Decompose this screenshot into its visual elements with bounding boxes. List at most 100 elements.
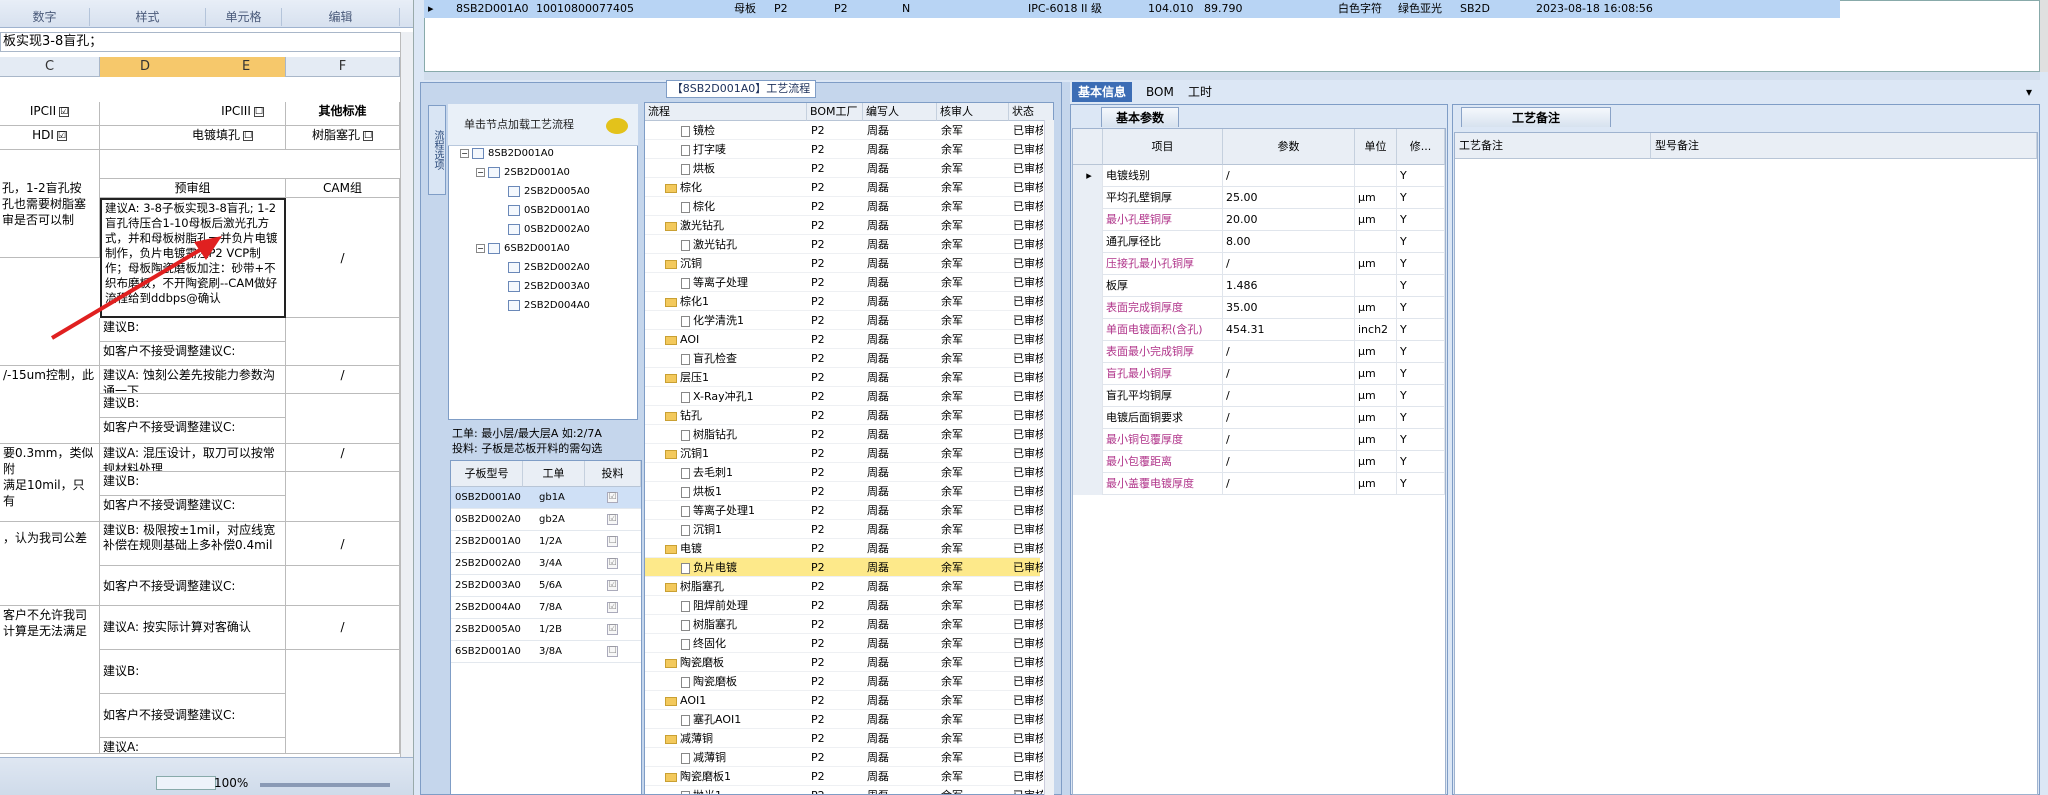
process-row[interactable]: 沉铜 P2 周磊 余军 已审核: [645, 254, 1043, 273]
param-row[interactable]: 最小盖覆电镀厚度 / μm Y: [1073, 473, 1445, 495]
col-process[interactable]: 流程: [645, 103, 807, 121]
cell-left-desc-2[interactable]: /-15um控制，此: [0, 366, 100, 444]
col-workorder[interactable]: 工单: [523, 461, 585, 487]
col-modify[interactable]: 修...: [1397, 129, 1445, 165]
sub-board-row[interactable]: 2SB2D003A0 5/6A ☑: [451, 575, 641, 597]
cell-cam-empty[interactable]: [286, 566, 400, 606]
process-row[interactable]: 陶瓷磨板 P2 周磊 余军 已审核: [645, 653, 1043, 672]
column-header-d[interactable]: DE: [100, 57, 286, 77]
cell-suggestion-b[interactable]: 建议B:: [100, 650, 286, 694]
cell-suggestion-a5[interactable]: 建议A: 按实际计算对客确认: [100, 606, 286, 650]
col-param[interactable]: 参数: [1223, 129, 1355, 165]
param-row[interactable]: 最小包覆距离 / μm Y: [1073, 451, 1445, 473]
param-value[interactable]: /: [1223, 473, 1355, 495]
zoom-slider[interactable]: [260, 783, 390, 787]
cell-suggestion-a6[interactable]: 建议A:: [100, 738, 286, 754]
remark-grid[interactable]: 工艺备注 型号备注: [1454, 132, 2038, 795]
formula-bar[interactable]: 板实现3-8盲孔；: [0, 32, 413, 52]
col-writer[interactable]: 编写人: [863, 103, 937, 121]
process-row[interactable]: AOI1 P2 周磊 余军 已审核: [645, 691, 1043, 710]
process-row[interactable]: AOI P2 周磊 余军 已审核: [645, 330, 1043, 349]
cell-cam-empty[interactable]: [286, 318, 400, 366]
param-value[interactable]: /: [1223, 341, 1355, 363]
cell-suggestion-a2[interactable]: 建议A: 蚀刻公差先按能力参数沟通一下: [100, 366, 286, 394]
col-unit[interactable]: 单位: [1355, 129, 1397, 165]
material-checkbox[interactable]: ☑: [607, 580, 618, 591]
cell-no-accept[interactable]: 如客户不接受调整建议C:: [100, 418, 286, 444]
process-row[interactable]: 层压1 P2 周磊 余军 已审核: [645, 368, 1043, 387]
process-row[interactable]: 陶瓷磨板1 P2 周磊 余军 已审核: [645, 767, 1043, 786]
cell-suggestion-b[interactable]: 建议B:: [100, 394, 286, 418]
material-checkbox[interactable]: ☐: [607, 646, 618, 657]
cell-no-accept[interactable]: 如客户不接受调整建议C:: [100, 694, 286, 738]
param-value[interactable]: /: [1223, 253, 1355, 275]
material-checkbox[interactable]: ☑: [607, 624, 618, 635]
param-value[interactable]: /: [1223, 429, 1355, 451]
param-row[interactable]: 平均孔壁铜厚 25.00 μm Y: [1073, 187, 1445, 209]
view-mode-buttons[interactable]: [156, 776, 216, 790]
process-row[interactable]: 陶瓷磨板 P2 周磊 余军 已审核: [645, 672, 1043, 691]
sub-board-row[interactable]: 6SB2D001A0 3/8A ☐: [451, 641, 641, 663]
ribbon-group-edit[interactable]: 编辑: [282, 8, 400, 26]
material-checkbox[interactable]: ☑: [607, 492, 618, 503]
param-row[interactable]: 表面最小完成铜厚 / μm Y: [1073, 341, 1445, 363]
process-row[interactable]: 等离子处理 P2 周磊 余军 已审核: [645, 273, 1043, 292]
process-row[interactable]: 激光钻孔 P2 周磊 余军 已审核: [645, 235, 1043, 254]
process-row[interactable]: 盲孔检查 P2 周磊 余军 已审核: [645, 349, 1043, 368]
process-row[interactable]: 终固化 P2 周磊 余军 已审核: [645, 634, 1043, 653]
vertical-splitter[interactable]: [1062, 82, 1070, 795]
tab-process-remark[interactable]: 工艺备注: [1461, 107, 1611, 127]
basic-params-grid[interactable]: 项目 参数 单位 修... ▸ 电镀线别 / Y 平均孔壁铜厚 25.00 μm Y 最小孔壁铜…: [1072, 128, 1446, 795]
col-item[interactable]: 项目: [1103, 129, 1223, 165]
process-row[interactable]: 负片电镀 P2 周磊 余军 已审核: [645, 558, 1043, 577]
tab-hours[interactable]: 工时: [1182, 82, 1218, 102]
param-value[interactable]: 454.31: [1223, 319, 1355, 341]
param-row[interactable]: 最小铜包覆厚度 / μm Y: [1073, 429, 1445, 451]
param-row[interactable]: 电镀后面铜要求 / μm Y: [1073, 407, 1445, 429]
tree-node[interactable]: 2SB2D004A0: [508, 298, 590, 314]
cell-cam-slash[interactable]: /: [286, 198, 400, 318]
order-list-selected-row[interactable]: ▸ 8SB2D001A0 10010800077405 母板 P2 P2 N I…: [424, 0, 1840, 18]
param-value[interactable]: /: [1223, 385, 1355, 407]
dropdown-arrow-icon[interactable]: ▾: [2020, 82, 2038, 102]
process-row[interactable]: 减薄铜 P2 周磊 余军 已审核: [645, 729, 1043, 748]
cell-left-desc-4[interactable]: ，认为我司公差: [0, 522, 100, 606]
horizontal-splitter[interactable]: [424, 72, 2040, 80]
col-status[interactable]: 状态: [1009, 103, 1053, 121]
process-row[interactable]: 抛光1 P2 周磊 余军 已审核: [645, 786, 1043, 794]
process-row[interactable]: 镜检 P2 周磊 余军 已审核: [645, 121, 1043, 140]
process-row[interactable]: 阻焊前处理 P2 周磊 余军 已审核: [645, 596, 1043, 615]
tree-node[interactable]: − 8SB2D001A0: [460, 146, 554, 162]
tree-node[interactable]: 2SB2D002A0: [508, 260, 590, 276]
sub-board-row[interactable]: 2SB2D002A0 3/4A ☑: [451, 553, 641, 575]
collapse-icon[interactable]: −: [460, 148, 469, 158]
process-row[interactable]: 沉铜1 P2 周磊 余军 已审核: [645, 444, 1043, 463]
cell-resin-plug[interactable]: 树脂塞孔 ☐: [286, 126, 400, 150]
process-row[interactable]: 钻孔 P2 周磊 余军 已审核: [645, 406, 1043, 425]
process-grid-scrollbar[interactable]: [1044, 120, 1054, 795]
order-list-scrollbar[interactable]: [2040, 0, 2048, 72]
col-reviewer[interactable]: 核审人: [937, 103, 1009, 121]
cell-cam-slash[interactable]: /: [286, 522, 400, 566]
cell-cam-empty[interactable]: [286, 394, 400, 444]
process-row[interactable]: 电镀 P2 周磊 余军 已审核: [645, 539, 1043, 558]
process-row[interactable]: 激光钻孔 P2 周磊 余军 已审核: [645, 216, 1043, 235]
tab-basic-params[interactable]: 基本参数: [1101, 107, 1180, 127]
column-header-f[interactable]: F: [286, 57, 400, 77]
column-header-c[interactable]: C: [0, 57, 100, 77]
param-row[interactable]: 压接孔最小孔铜厚 / μm Y: [1073, 253, 1445, 275]
flow-side-tab[interactable]: 流程选项: [428, 105, 446, 195]
cell-cam-empty[interactable]: [286, 650, 400, 754]
process-row[interactable]: 棕化 P2 周磊 余军 已审核: [645, 178, 1043, 197]
sub-board-row[interactable]: 2SB2D005A0 1/2B ☑: [451, 619, 641, 641]
material-checkbox[interactable]: ☐: [607, 536, 618, 547]
sub-board-table[interactable]: 子板型号 工单 投料 0SB2D001A0 gb1A ☑ 0SB2D002A0 gb2A…: [450, 460, 642, 795]
process-step-grid[interactable]: 流程 BOM工厂 编写人 核审人 状态 镜检 P2 周磊 余军 已审核 打字唛 P2 周磊 余军…: [644, 102, 1054, 795]
param-row[interactable]: 盲孔平均铜厚 / μm Y: [1073, 385, 1445, 407]
col-model-remark[interactable]: 型号备注: [1651, 133, 2037, 159]
param-row[interactable]: 表面完成铜厚度 35.00 μm Y: [1073, 297, 1445, 319]
ribbon-group-number[interactable]: 数字: [0, 8, 90, 26]
col-process-remark[interactable]: 工艺备注: [1455, 133, 1651, 159]
process-row[interactable]: 化学清洗1 P2 周磊 余军 已审核: [645, 311, 1043, 330]
process-row[interactable]: 烘板1 P2 周磊 余军 已审核: [645, 482, 1043, 501]
